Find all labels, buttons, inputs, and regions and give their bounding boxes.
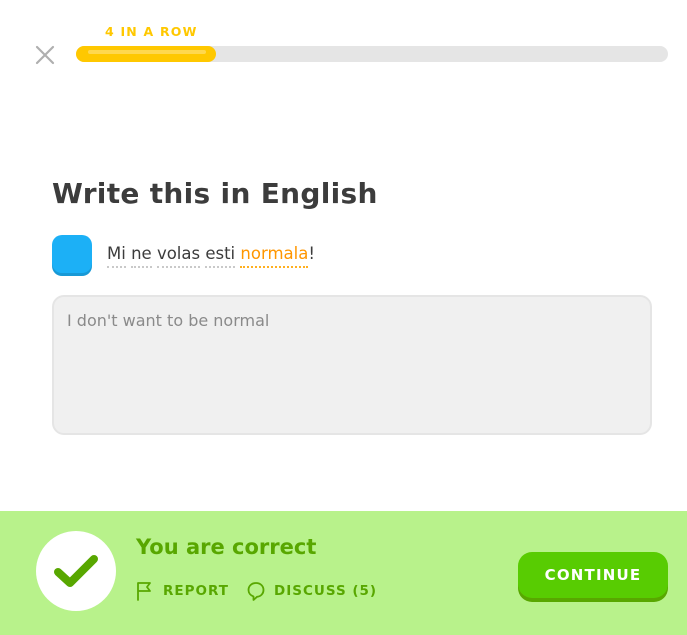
- prompt-sentence: Mi ne volas esti normala!: [107, 244, 315, 268]
- feedback-title: You are correct: [136, 535, 317, 559]
- continue-button[interactable]: CONTINUE: [518, 552, 668, 598]
- prompt-word[interactable]: esti: [205, 244, 236, 268]
- discuss-button[interactable]: DISCUSS (5): [247, 581, 377, 601]
- prompt-punctuation: !: [308, 244, 315, 263]
- prompt-word-new[interactable]: normala: [240, 244, 309, 268]
- flag-icon: [137, 582, 151, 601]
- report-button[interactable]: REPORT: [136, 581, 229, 601]
- feedback-banner: You are correct REPORT DISCUSS (5) CONTI…: [0, 511, 687, 635]
- progress-fill: [76, 46, 216, 62]
- challenge-title: Write this in English: [52, 177, 378, 210]
- progress-shine: [88, 50, 206, 54]
- prompt-word[interactable]: volas: [156, 244, 201, 268]
- prompt-word[interactable]: ne: [131, 244, 152, 268]
- correct-badge: [36, 531, 116, 611]
- streak-label: 4 IN A ROW: [105, 24, 198, 39]
- answer-textarea[interactable]: [52, 295, 652, 435]
- discuss-label: DISCUSS (5): [274, 583, 378, 599]
- report-label: REPORT: [163, 583, 229, 599]
- lesson-progress-bar: [76, 46, 668, 62]
- checkmark-icon: [54, 555, 98, 587]
- speaker-icon[interactable]: [52, 235, 92, 273]
- close-icon[interactable]: [34, 44, 56, 66]
- comment-icon: [247, 582, 265, 601]
- prompt-word[interactable]: Mi: [107, 244, 126, 268]
